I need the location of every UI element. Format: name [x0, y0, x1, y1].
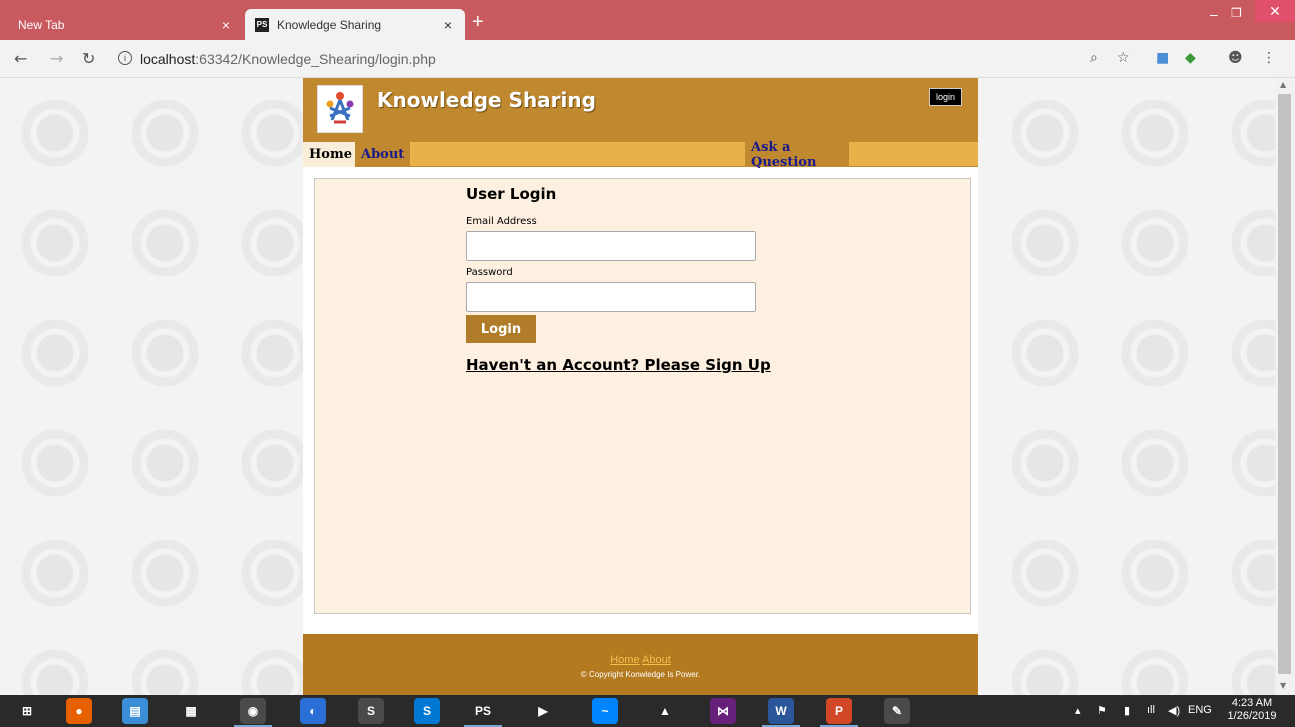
- scroll-down-icon[interactable]: ▼: [1280, 681, 1286, 690]
- nav-ask-question[interactable]: Ask a Question: [745, 140, 849, 170]
- taskbar-visual-studio-icon[interactable]: ⋈: [710, 698, 736, 724]
- site-logo: [317, 85, 363, 133]
- language-indicator[interactable]: ENG: [1188, 704, 1212, 716]
- network-icon[interactable]: ▮: [1124, 704, 1130, 717]
- taskbar-chrome-icon[interactable]: ◉: [234, 698, 272, 727]
- scroll-up-icon[interactable]: ▲: [1280, 80, 1286, 89]
- header-login-button[interactable]: login: [929, 88, 962, 106]
- forward-arrow-icon[interactable]: →: [50, 50, 63, 68]
- taskbar-word-icon[interactable]: W: [762, 698, 800, 727]
- copyright-text: © Copyright Konwledge Is Power.: [580, 670, 701, 679]
- phpstorm-favicon-icon: PS: [255, 17, 269, 32]
- login-button[interactable]: Login: [466, 315, 536, 343]
- extension-icon[interactable]: ◆: [1185, 50, 1196, 66]
- tab-new-tab[interactable]: New Tab ×: [8, 9, 243, 40]
- bookmark-star-icon[interactable]: ☆: [1117, 50, 1130, 66]
- password-field[interactable]: [466, 282, 756, 312]
- site-container: Knowledge Sharing login Home About Ask a…: [303, 78, 978, 695]
- menu-kebab-icon[interactable]: ⋮: [1262, 50, 1276, 66]
- footer-about-link[interactable]: About: [642, 654, 671, 666]
- info-icon[interactable]: i: [118, 51, 132, 65]
- taskbar-app-blue-icon[interactable]: ◐: [300, 698, 326, 724]
- volume-icon[interactable]: ◀): [1168, 704, 1180, 717]
- new-tab-button[interactable]: +: [472, 12, 484, 32]
- site-title: Knowledge Sharing: [377, 88, 596, 112]
- taskbar-file-explorer-icon[interactable]: ▤: [122, 698, 148, 724]
- email-field[interactable]: [466, 231, 756, 261]
- email-label: Email Address: [466, 216, 537, 227]
- url-host: localhost: [140, 51, 196, 67]
- taskbar-visual-studio-installer-icon[interactable]: ▶: [530, 698, 556, 724]
- signup-link[interactable]: Haven't an Account? Please Sign Up: [466, 356, 771, 374]
- back-arrow-icon[interactable]: ←: [14, 50, 27, 68]
- restore-icon[interactable]: ❐: [1231, 6, 1242, 20]
- browser-tabstrip: New Tab × PS Knowledge Sharing × + – ❐ ✕: [0, 0, 1295, 40]
- tab-label: Knowledge Sharing: [277, 17, 382, 32]
- url-path: :63342/Knowledge_Shearing/login.php: [195, 51, 436, 67]
- main-nav: Home About Ask a Question: [303, 140, 978, 170]
- nav-home[interactable]: Home: [303, 142, 358, 167]
- taskbar-firefox-icon[interactable]: ●: [66, 698, 92, 724]
- windows-taskbar: ⊞ ● ▤ ▦ ◉ ◐ S S PS ▶ ~ ▲ ⋈ W P ✎ ▴ ⚑ ▮ ıll ◀) ENG 4:23 …: [0, 695, 1295, 727]
- taskbar-matlab-icon[interactable]: ▲: [652, 698, 678, 724]
- taskbar-powerpoint-icon[interactable]: P: [820, 698, 858, 727]
- taskbar-windows-start-icon[interactable]: ⊞: [14, 698, 40, 724]
- action-center-flag-icon[interactable]: ⚑: [1097, 704, 1107, 717]
- site-footer: Home About © Copyright Konwledge Is Powe…: [303, 634, 978, 695]
- zoom-icon[interactable]: ⌕: [1090, 50, 1098, 66]
- login-title: User Login: [466, 185, 557, 203]
- tray-chevron-icon[interactable]: ▴: [1075, 704, 1081, 717]
- taskbar-paint-icon[interactable]: ✎: [884, 698, 910, 724]
- profile-avatar-icon[interactable]: ☻: [1228, 50, 1243, 66]
- window-close-icon[interactable]: ✕: [1255, 0, 1295, 22]
- scrollbar[interactable]: ▲ ▼: [1275, 78, 1295, 695]
- signal-icon[interactable]: ıll: [1147, 704, 1155, 716]
- taskbar-sublime-icon[interactable]: S: [358, 698, 384, 724]
- taskbar-messenger-icon[interactable]: ~: [592, 698, 618, 724]
- password-label: Password: [466, 267, 513, 278]
- tab-knowledge-sharing[interactable]: PS Knowledge Sharing ×: [245, 9, 465, 40]
- close-icon[interactable]: ×: [441, 17, 455, 33]
- reload-icon[interactable]: ↻: [82, 50, 95, 68]
- clock-time: 4:23 AM: [1231, 697, 1273, 709]
- address-bar[interactable]: localhost:63342/Knowledge_Shearing/login…: [140, 51, 436, 67]
- nav-about[interactable]: About: [355, 142, 411, 167]
- footer-home-link[interactable]: Home: [610, 654, 639, 666]
- taskbar-phpstorm-icon[interactable]: PS: [464, 698, 502, 727]
- site-header: Knowledge Sharing login: [303, 78, 978, 142]
- login-panel: User Login Email Address Password Login …: [314, 178, 971, 614]
- taskbar-app-grid-icon[interactable]: ▦: [178, 698, 204, 724]
- tab-label: New Tab: [18, 17, 65, 32]
- scroll-thumb[interactable]: [1278, 94, 1291, 674]
- system-clock[interactable]: 4:23 AM 1/26/2019: [1222, 697, 1282, 723]
- close-icon[interactable]: ×: [219, 17, 233, 33]
- browser-toolbar: ← → ↻ i localhost:63342/Knowledge_Sheari…: [0, 40, 1295, 78]
- footer-links: Home About: [303, 654, 978, 666]
- minimize-icon[interactable]: –: [1210, 6, 1218, 22]
- clock-date: 1/26/2019: [1227, 710, 1277, 722]
- taskbar-skype-icon[interactable]: S: [414, 698, 440, 724]
- translate-extension-icon[interactable]: ■: [1156, 50, 1169, 66]
- people-network-icon: [326, 92, 354, 124]
